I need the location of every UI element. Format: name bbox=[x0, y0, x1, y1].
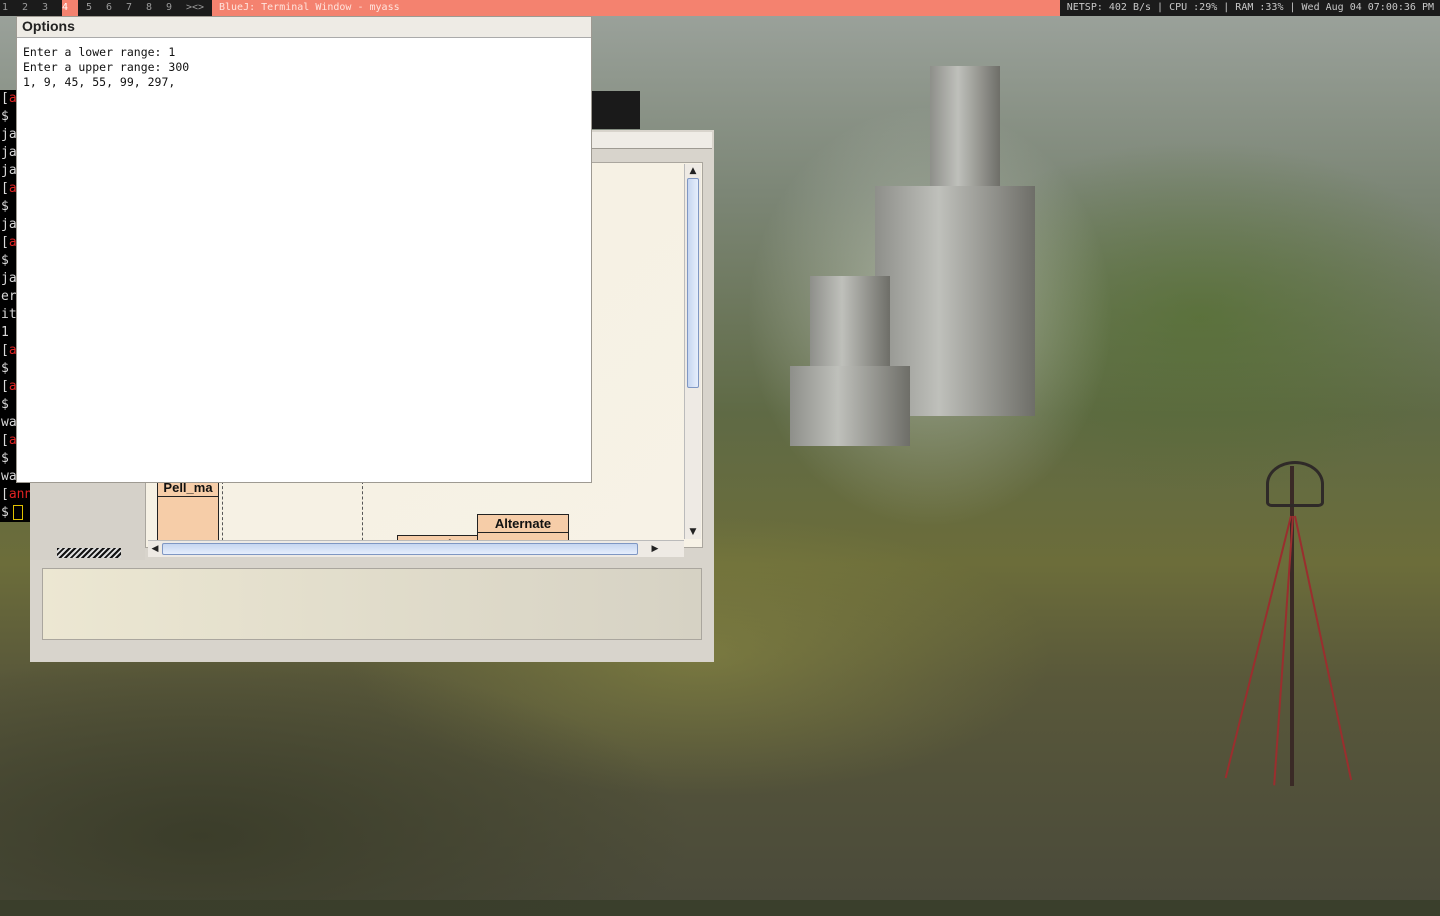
workspace-4[interactable]: 4 bbox=[62, 0, 78, 16]
options-menu[interactable]: Options bbox=[17, 17, 591, 37]
terminal-line-text: wa bbox=[1, 469, 17, 484]
terminal-line-text: $ bbox=[1, 253, 9, 268]
focused-window-title: BlueJ: Terminal Window - myass bbox=[212, 0, 1060, 16]
terminal-line-text: ja bbox=[1, 127, 17, 142]
terminal-line-text: ja bbox=[1, 145, 17, 160]
terminal-line-text: $ bbox=[1, 451, 9, 466]
workspace-6[interactable]: 6 bbox=[106, 0, 126, 16]
terminal-line-text: [ bbox=[1, 235, 9, 250]
wallpaper-maypole bbox=[1290, 466, 1294, 786]
terminal-line-text: [ bbox=[1, 343, 9, 358]
terminal-line: [ann bbox=[0, 486, 30, 504]
terminal-line-text: $ bbox=[1, 505, 9, 520]
terminal-line-text: ja bbox=[1, 271, 17, 286]
horizontal-scroll-thumb[interactable] bbox=[162, 543, 638, 555]
terminal-line-text: wa bbox=[1, 415, 17, 430]
terminal-line-text: [ bbox=[1, 379, 9, 394]
diagram-vertical-scrollbar[interactable]: ▲ ▼ bbox=[684, 164, 701, 539]
class-pell[interactable]: Pell_ma bbox=[157, 478, 219, 547]
top-status-bar: 1 2 3 4 5 6 7 8 9 ><> BlueJ: Terminal Wi… bbox=[0, 0, 1440, 16]
terminal-line-text: er bbox=[1, 289, 17, 304]
terminal-line-text: 1 bbox=[1, 325, 9, 340]
terminal-line-text: $ bbox=[1, 361, 9, 376]
terminal-output-window[interactable]: Options Enter a lower range: 1 Enter a u… bbox=[16, 16, 592, 483]
wallpaper-maypole-top bbox=[1266, 461, 1324, 507]
layout-indicator[interactable]: ><> bbox=[186, 0, 210, 16]
terminal-line-text: [ bbox=[1, 181, 9, 196]
scroll-left-icon[interactable]: ◀ bbox=[150, 544, 160, 554]
terminal-prompt-user: ann bbox=[8, 487, 30, 502]
wallpaper-ribbon bbox=[1294, 515, 1353, 781]
terminal-output-area[interactable]: Enter a lower range: 1 Enter a upper ran… bbox=[17, 37, 591, 482]
wallpaper-castle bbox=[760, 46, 1100, 466]
terminal-line-text: $ bbox=[1, 109, 9, 124]
dependency-arrow bbox=[222, 481, 223, 547]
class-alternate-label: Alternate bbox=[478, 515, 568, 533]
scroll-down-icon[interactable]: ▼ bbox=[688, 527, 698, 537]
workspace-3[interactable]: 3 bbox=[42, 0, 62, 16]
workspace-7[interactable]: 7 bbox=[126, 0, 146, 16]
scroll-up-icon[interactable]: ▲ bbox=[688, 166, 698, 176]
terminal-line: $ bbox=[0, 504, 30, 522]
workspace-1[interactable]: 1 bbox=[2, 0, 22, 16]
workspace-2[interactable]: 2 bbox=[22, 0, 42, 16]
workspace-9[interactable]: 9 bbox=[166, 0, 186, 16]
output-line: Enter a upper range: 300 bbox=[23, 60, 190, 74]
terminal-line-text: [ bbox=[1, 91, 9, 106]
terminal-line-text: it bbox=[1, 307, 17, 322]
output-line: Enter a lower range: 1 bbox=[23, 45, 176, 59]
scroll-right-icon[interactable]: ▶ bbox=[650, 544, 660, 554]
bluej-titlebar bbox=[592, 132, 712, 149]
dependency-arrow bbox=[362, 481, 363, 547]
diagram-horizontal-scrollbar[interactable]: ◀ ▶ bbox=[148, 540, 684, 557]
terminal-cursor bbox=[12, 505, 23, 520]
system-info: NETSP: 402 B/s | CPU :29% | RAM :33% | W… bbox=[1066, 2, 1434, 13]
message-area bbox=[42, 568, 702, 640]
workspace-8[interactable]: 8 bbox=[146, 0, 166, 16]
workspace-5[interactable]: 5 bbox=[86, 0, 106, 16]
terminal-line-text: ja bbox=[1, 163, 17, 178]
vertical-scroll-thumb[interactable] bbox=[687, 178, 699, 388]
terminal-line-text: $ bbox=[1, 397, 9, 412]
output-line: 1, 9, 45, 55, 99, 297, bbox=[23, 75, 176, 89]
terminal-line-text: [ bbox=[1, 487, 9, 502]
progress-indicator bbox=[57, 548, 121, 558]
background-window-edge bbox=[592, 91, 640, 129]
terminal-line-text: $ bbox=[1, 199, 9, 214]
terminal-line-text: [ bbox=[1, 433, 9, 448]
terminal-line-text: ja bbox=[1, 217, 17, 232]
